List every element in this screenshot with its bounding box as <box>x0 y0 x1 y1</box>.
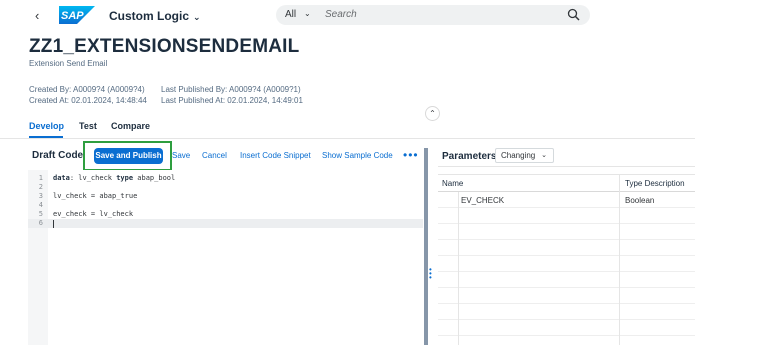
text-cursor <box>53 220 54 228</box>
save-button[interactable]: Save <box>172 151 190 160</box>
code-line[interactable]: 3 lv_check = abap_true <box>28 192 423 201</box>
published-at: Last Published At: 02.01.2024, 14:49:01 <box>161 96 303 105</box>
insert-code-snippet-button[interactable]: Insert Code Snippet <box>240 151 311 160</box>
code-line[interactable]: 5 ev_check = lv_check <box>28 210 423 219</box>
param-name: EV_CHECK <box>461 196 505 205</box>
page-title: ZZ1_EXTENSIONSENDEMAIL <box>29 36 300 57</box>
table-row-empty <box>438 320 695 336</box>
cancel-button[interactable]: Cancel <box>202 151 227 160</box>
line-number: 1 <box>38 174 43 182</box>
splitter-grip-icon[interactable]: • • • <box>429 266 432 282</box>
code-line[interactable]: 4 <box>28 201 423 210</box>
line-number: 2 <box>38 183 43 191</box>
code-text: lv_check = abap_true <box>53 192 138 200</box>
collapse-header-button[interactable]: ⌃ <box>425 106 440 121</box>
highlight-box <box>83 141 172 171</box>
parameters-filter-value: Changing <box>501 151 536 160</box>
code-line[interactable]: 2 <box>28 183 423 192</box>
column-divider <box>619 174 620 345</box>
sap-logo[interactable]: SAP <box>59 6 95 24</box>
overflow-icon[interactable]: ••• <box>403 148 419 162</box>
table-row[interactable]: EV_CHECK Boolean <box>438 192 695 208</box>
code-line-current[interactable]: 6 <box>28 219 423 228</box>
chevron-up-icon: ⌃ <box>429 109 436 118</box>
draft-code-title: Draft Code <box>32 150 84 161</box>
line-number: 3 <box>38 192 43 200</box>
line-number: 4 <box>38 201 43 209</box>
page-subtitle: Extension Send Email <box>29 59 108 68</box>
tab-develop[interactable]: Develop <box>29 121 64 131</box>
parameters-title: Parameters <box>442 151 497 162</box>
line-number: 5 <box>38 210 43 218</box>
created-info: Created By: A0009?4 (A0009?4) Created At… <box>29 84 147 106</box>
line-number: 6 <box>38 219 43 227</box>
search-input[interactable]: Search <box>325 9 357 20</box>
published-by: Last Published By: A0009?4 (A0009?1) <box>161 85 301 94</box>
pane-splitter[interactable] <box>424 148 428 345</box>
tab-compare[interactable]: Compare <box>111 121 150 131</box>
column-divider <box>458 192 459 345</box>
table-row-empty <box>438 304 695 320</box>
parameters-filter-select[interactable]: Changing ⌄ <box>495 148 554 163</box>
param-type: Boolean <box>625 196 655 205</box>
code-line[interactable]: 1 data: lv_check type abap_bool <box>28 174 423 183</box>
chevron-down-icon: ⌄ <box>541 152 547 159</box>
code-text: ev_check = lv_check <box>53 210 134 218</box>
table-row-empty <box>438 272 695 288</box>
tabs-divider <box>0 138 695 139</box>
shell-bar: ‹ SAP Custom Logic ⌄ All ⌄ Search <box>0 0 695 30</box>
code-editor[interactable]: 1 data: lv_check type abap_bool 2 3 lv_c… <box>28 170 423 345</box>
app-title-menu[interactable]: Custom Logic ⌄ <box>109 9 201 23</box>
table-row-empty <box>438 208 695 224</box>
column-header-name[interactable]: Name <box>442 179 463 188</box>
search-bar[interactable]: All ⌄ Search <box>276 5 590 25</box>
chevron-down-icon: ⌄ <box>193 12 201 22</box>
created-at: Created At: 02.01.2024, 14:48:44 <box>29 96 147 105</box>
search-icon[interactable] <box>567 8 580 21</box>
table-row-empty <box>438 240 695 256</box>
show-sample-code-button[interactable]: Show Sample Code <box>322 151 393 160</box>
created-by: Created By: A0009?4 (A0009?4) <box>29 85 145 94</box>
search-scope[interactable]: All <box>285 9 296 20</box>
table-row-empty <box>438 288 695 304</box>
column-header-type-description[interactable]: Type Description <box>625 179 685 188</box>
table-header: Name Type Description <box>438 174 695 192</box>
table-row-empty <box>438 256 695 272</box>
table-row-empty <box>438 224 695 240</box>
app-title-label: Custom Logic <box>109 9 189 23</box>
svg-text:SAP: SAP <box>61 10 84 22</box>
parameters-divider <box>438 166 695 167</box>
chevron-left-icon[interactable]: ‹ <box>35 8 39 23</box>
tab-test[interactable]: Test <box>79 121 97 131</box>
published-info: Last Published By: A0009?4 (A0009?1) Las… <box>161 84 303 106</box>
code-text: data: lv_check type abap_bool <box>53 174 176 182</box>
chevron-down-icon[interactable]: ⌄ <box>304 9 311 18</box>
